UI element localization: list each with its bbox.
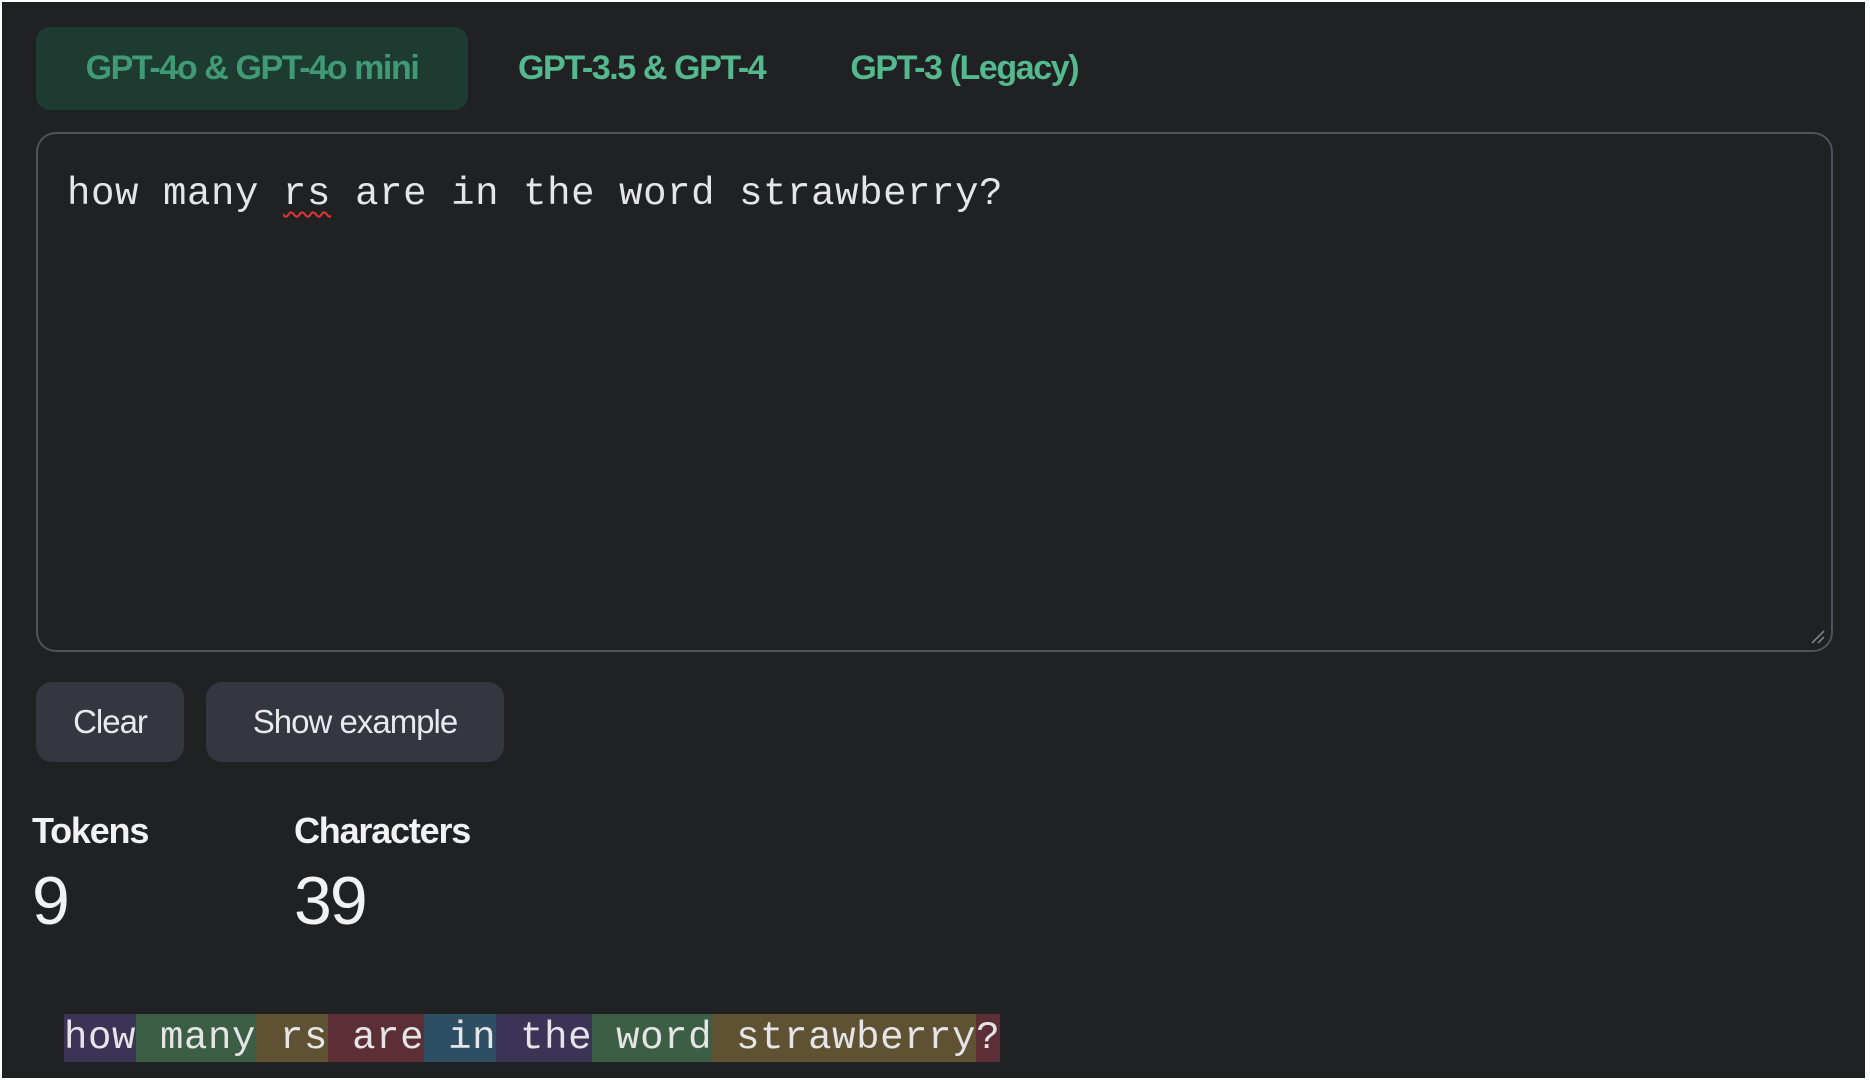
tab-gpt-3-5-gpt-4[interactable]: GPT-3.5 & GPT-4 (488, 27, 795, 110)
text-input[interactable]: how many rs are in the word strawberry? (36, 132, 1833, 652)
token-chip: the (496, 1014, 593, 1062)
tokens-stat: Tokens 9 (32, 810, 149, 940)
characters-stat: Characters 39 (294, 810, 471, 940)
token-chip: many (136, 1014, 257, 1062)
characters-count: 39 (294, 863, 368, 939)
token-chip: strawberry (712, 1014, 977, 1062)
tokenizer-panel: GPT-4o & GPT-4o mini GPT-3.5 & GPT-4 GPT… (2, 2, 1865, 1078)
tokens-count: 9 (32, 863, 70, 939)
token-chip: ? (976, 1014, 1001, 1062)
characters-label: Characters (294, 810, 471, 851)
misspelled-word: rs (283, 172, 332, 216)
resize-handle-icon[interactable] (1809, 628, 1825, 644)
token-visualization: how many rs are in the word strawberry? (64, 1014, 1001, 1062)
token-chip: are (328, 1014, 425, 1062)
token-chip: rs (256, 1014, 329, 1062)
token-chip: how (64, 1014, 137, 1062)
show-example-button[interactable]: Show example (206, 682, 504, 762)
input-text-before: how many (67, 172, 284, 216)
tokens-label: Tokens (32, 810, 149, 851)
clear-button[interactable]: Clear (36, 682, 184, 762)
text-input-value[interactable]: how many rs are in the word strawberry? (67, 172, 1003, 216)
token-chip: word (592, 1014, 713, 1062)
tab-gpt-4o[interactable]: GPT-4o & GPT-4o mini (36, 27, 468, 110)
tab-gpt-3-legacy[interactable]: GPT-3 (Legacy) (820, 27, 1108, 110)
action-buttons: Clear Show example (36, 682, 504, 762)
input-text-after: are in the word strawberry? (331, 172, 1004, 216)
model-tabs: GPT-4o & GPT-4o mini GPT-3.5 & GPT-4 GPT… (36, 27, 1108, 110)
token-chip: in (424, 1014, 497, 1062)
